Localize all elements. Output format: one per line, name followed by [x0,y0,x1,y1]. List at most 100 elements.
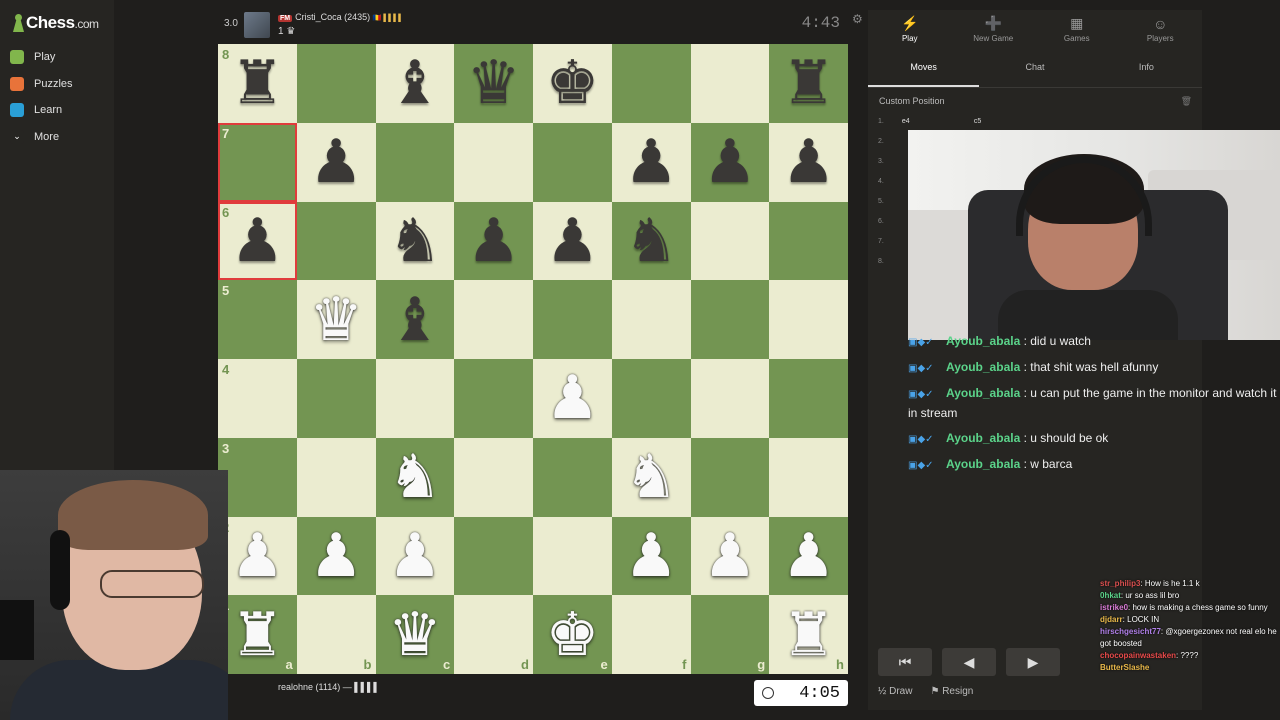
black-pawn-piece[interactable]: ♟ [624,132,678,192]
square-a6[interactable]: 6 ♟ [218,201,297,281]
square-a8[interactable]: 8 ♜ [218,44,297,123]
square-c5[interactable]: ♝ [375,280,455,359]
sidebar-item-puzzles[interactable]: Puzzles [10,71,73,98]
chat-username[interactable]: Ayoub_abala [946,360,1020,374]
opponent-name-row[interactable]: FM Cristi_Coca (2435) 🇷🇴 ▌▌▌▌ [278,12,403,22]
black-rook-piece[interactable]: ♜ [782,53,836,113]
black-rook-piece[interactable]: ♜ [230,53,284,113]
black-queen-piece[interactable]: ♛ [467,53,521,113]
square-d2[interactable] [454,516,533,596]
square-b5[interactable]: ♛ [296,280,376,359]
square-b2[interactable]: ♟ [296,516,376,596]
white-pawn-piece[interactable]: ♟ [230,526,284,586]
sidebar-item-more[interactable]: ⌄ More [10,124,73,151]
square-h8[interactable]: ♜ [769,44,848,123]
square-e6[interactable]: ♟ [533,201,612,281]
white-pawn-piece[interactable]: ♟ [703,526,757,586]
white-knight-piece[interactable]: ♞ [388,447,442,507]
draw-button[interactable]: ½ Draw [878,686,912,697]
first-move-button[interactable]: ⏮ [878,648,932,676]
square-e7[interactable] [533,122,612,202]
square-b7[interactable]: ♟ [296,122,376,202]
black-pawn-piece[interactable]: ♟ [467,211,521,271]
white-queen-piece[interactable]: ♛ [388,605,442,665]
white-move[interactable]: e4 [902,118,974,125]
square-a5[interactable]: 5 [218,280,297,359]
square-e2[interactable] [533,516,612,596]
square-c1[interactable]: c ♛ [375,595,455,674]
square-f7[interactable]: ♟ [611,122,691,202]
black-knight-piece[interactable]: ♞ [388,211,442,271]
square-h1[interactable]: h ♜ [769,595,848,674]
square-e8[interactable]: ♚ [533,44,612,123]
square-c7[interactable] [375,122,455,202]
white-pawn-piece[interactable]: ♟ [782,526,836,586]
square-e5[interactable] [533,280,612,359]
white-pawn-piece[interactable]: ♟ [309,526,363,586]
white-king-piece[interactable]: ♚ [545,605,599,665]
white-pawn-piece[interactable]: ♟ [388,526,442,586]
white-rook-piece[interactable]: ♜ [782,605,836,665]
square-g5[interactable] [690,280,770,359]
white-knight-piece[interactable]: ♞ [624,447,678,507]
square-a3[interactable]: 3 [218,437,297,517]
panel-nav-new-game[interactable]: ➕ New Game [952,10,1036,48]
black-knight-piece[interactable]: ♞ [624,211,678,271]
panel-nav-games[interactable]: ▦ Games [1035,10,1119,48]
square-d6[interactable]: ♟ [454,201,533,281]
square-d5[interactable] [454,280,533,359]
square-a1[interactable]: 1a♜ [218,595,297,674]
square-d1[interactable]: d [454,595,533,674]
square-f5[interactable] [611,280,691,359]
square-g7[interactable]: ♟ [690,122,770,202]
chat-username[interactable]: Ayoub_abala [946,457,1020,471]
square-f1[interactable]: f [611,595,691,674]
panel-nav-play[interactable]: ⚡ Play [868,10,952,48]
chat-username[interactable]: Ayoub_abala [946,431,1020,445]
square-g8[interactable] [690,44,770,123]
square-h6[interactable] [769,201,848,281]
square-b3[interactable] [296,437,376,517]
chat-username[interactable]: Ayoub_abala [946,386,1020,400]
square-h7[interactable]: ♟ [769,122,848,202]
square-b1[interactable]: b [296,595,376,674]
square-e1[interactable]: e ♚ [533,595,612,674]
black-bishop-piece[interactable]: ♝ [388,53,442,113]
square-a2[interactable]: 2♟ [218,516,297,596]
square-f4[interactable] [611,359,691,438]
player-name[interactable]: realohne (1114) — ▌▌▌▌ [278,682,380,692]
black-pawn-piece[interactable]: ♟ [545,211,599,271]
square-h5[interactable] [769,280,848,359]
square-g4[interactable] [690,359,770,438]
square-d8[interactable]: ♛ [454,44,533,123]
resign-button[interactable]: ⚑ Resign [930,686,973,697]
tab-chat[interactable]: Chat [979,48,1090,87]
square-e3[interactable] [533,437,612,517]
black-move[interactable]: c5 [974,118,1046,125]
white-queen-piece[interactable]: ♛ [309,290,363,350]
square-f3[interactable]: ♞ [611,437,691,517]
tab-info[interactable]: Info [1091,48,1202,87]
black-king-piece[interactable]: ♚ [545,53,599,113]
square-c2[interactable]: ♟ [375,516,455,596]
square-e4[interactable]: ♟ [533,359,612,438]
tab-moves[interactable]: Moves [868,48,980,87]
square-h4[interactable] [769,359,848,438]
square-g3[interactable] [690,437,770,517]
panel-nav-players[interactable]: ☺ Players [1119,10,1203,48]
square-h2[interactable]: ♟ [769,516,848,596]
chat-username[interactable]: Ayoub_abala [946,334,1020,348]
black-pawn-piece[interactable]: ♟ [309,132,363,192]
square-c6[interactable]: ♞ [375,201,455,281]
black-pawn-piece[interactable]: ♟ [703,132,757,192]
white-pawn-piece[interactable]: ♟ [545,368,599,428]
next-move-button[interactable]: ▶ [1006,648,1060,676]
white-rook-piece[interactable]: ♜ [230,605,284,665]
gear-icon[interactable]: ⚙ [852,12,863,26]
square-g6[interactable] [690,201,770,281]
black-pawn-piece[interactable]: ♟ [782,132,836,192]
square-h3[interactable] [769,437,848,517]
square-d7[interactable] [454,122,533,202]
black-bishop-piece[interactable]: ♝ [388,290,442,350]
trash-icon[interactable]: 🗑 [1181,96,1192,107]
